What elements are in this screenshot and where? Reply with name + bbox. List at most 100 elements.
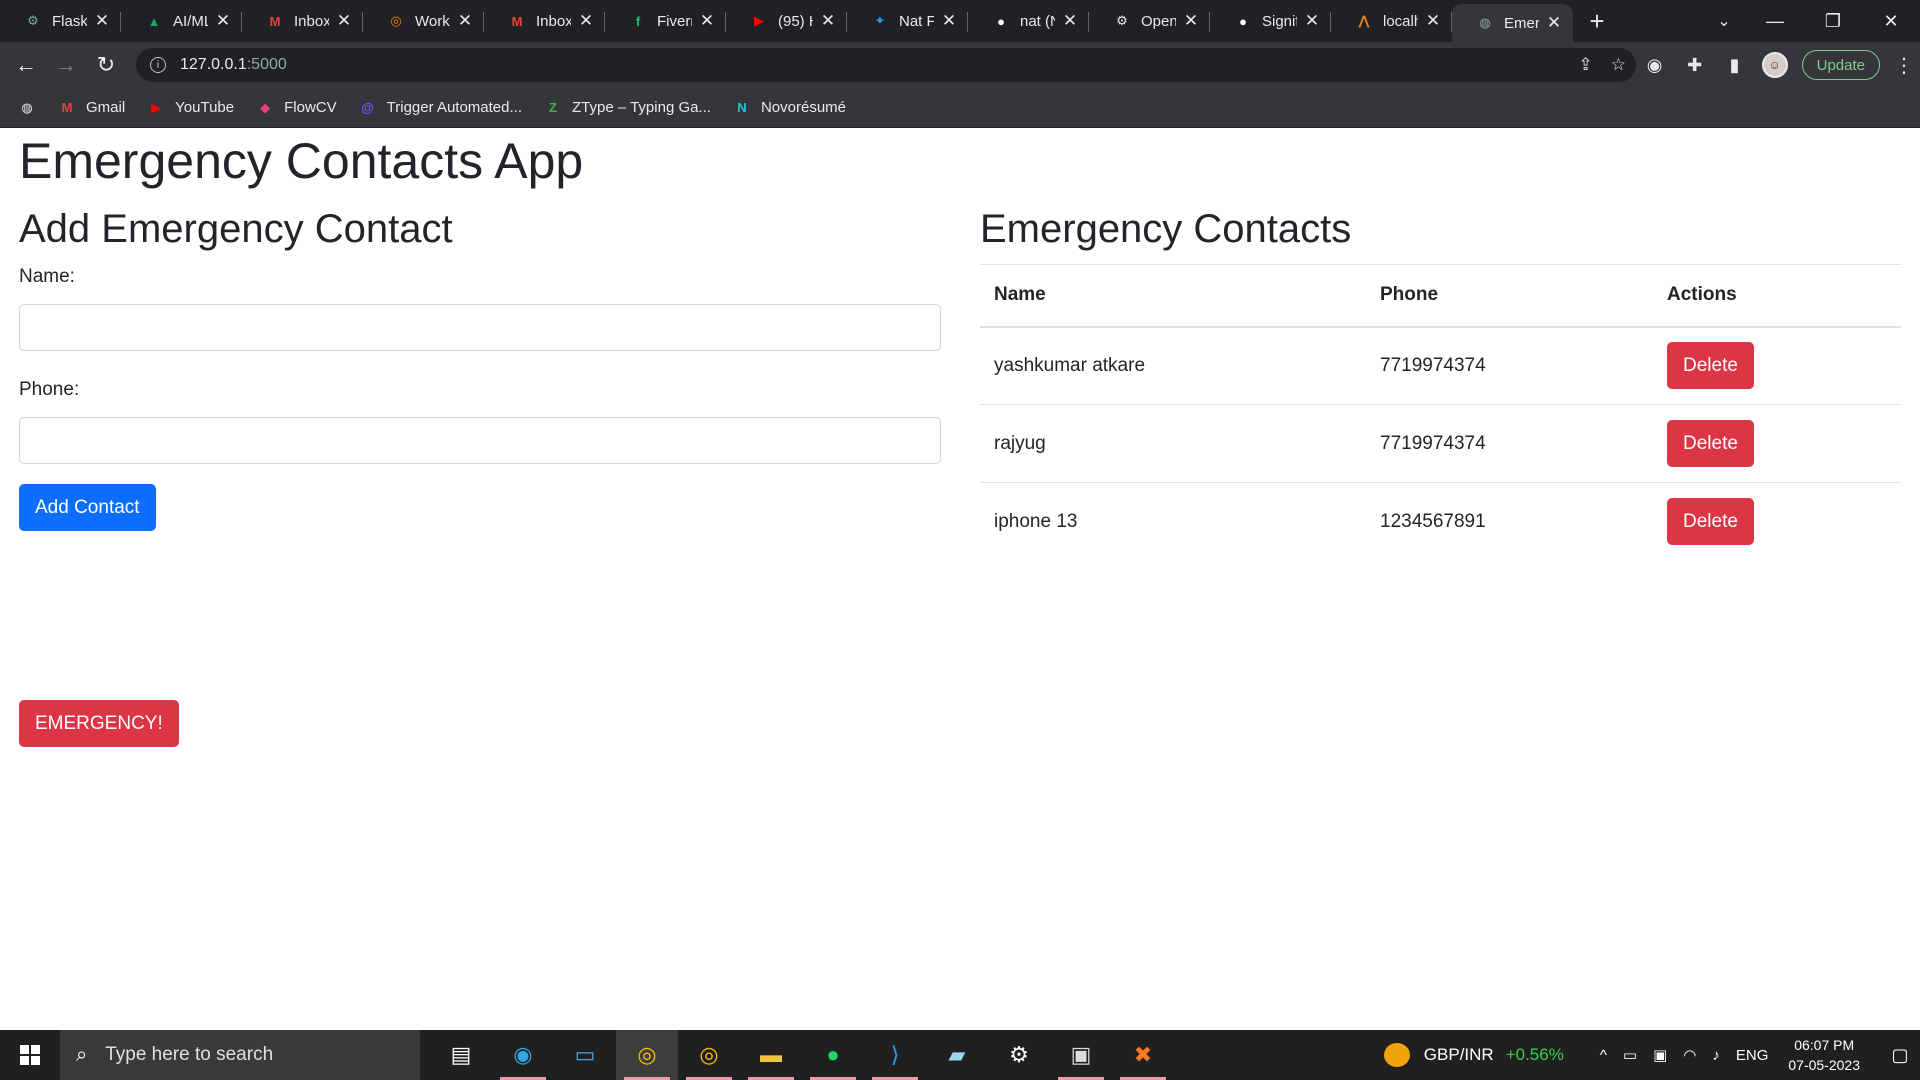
language-indicator[interactable]: ENG: [1736, 1047, 1769, 1064]
bookmark-item[interactable]: ▶ YouTube: [147, 99, 234, 117]
bookmark-item[interactable]: @ Trigger Automated...: [359, 99, 522, 117]
bookmark-label: Novorésumé: [760, 99, 847, 116]
tab-close-icon[interactable]: ✕: [1545, 13, 1563, 33]
browser-tab[interactable]: ⚙ Open/ ✕: [1089, 0, 1210, 42]
tab-close-icon[interactable]: ✕: [698, 11, 716, 31]
browser-tab[interactable]: ▲ AI/ML ✕: [121, 0, 242, 42]
bookmarks-bar: ◍ M Gmail ▶ YouTube ◆ FlowCV @ Trigger Automate…: [0, 88, 1920, 128]
delete-button[interactable]: Delete: [1667, 342, 1754, 390]
back-icon[interactable]: ←: [6, 45, 46, 85]
task-view-icon[interactable]: ▤: [430, 1030, 492, 1080]
table-row: yashkumar atkare 7719974374 Delete: [980, 326, 1901, 405]
clock[interactable]: 06:07 PM 07-05-2023: [1788, 1035, 1860, 1075]
settings-gear-icon[interactable]: ⚙: [988, 1030, 1050, 1080]
extensions-puzzle-icon[interactable]: ✚: [1682, 52, 1708, 78]
profile-avatar[interactable]: ☺: [1761, 52, 1788, 78]
bookmark-item[interactable]: ◆ FlowCV: [256, 99, 337, 117]
browser-tab[interactable]: ⚙ Flask v ✕: [0, 0, 121, 42]
stock-ticker[interactable]: GBP/INR +0.56%: [1383, 1043, 1564, 1067]
forward-icon[interactable]: →: [46, 45, 86, 85]
tab-close-icon[interactable]: ✕: [1061, 11, 1079, 31]
tab-search-icon[interactable]: ⌄: [1704, 0, 1744, 42]
tab-close-icon[interactable]: ✕: [1424, 11, 1442, 31]
tab-close-icon[interactable]: ✕: [93, 11, 111, 31]
browser-tab[interactable]: ▶ (95) H ✕: [726, 0, 847, 42]
site-info-icon[interactable]: i: [150, 57, 166, 73]
tab-list: ⚙ Flask v ✕ ▲ AI/ML ✕ M Inbox ✕ ◎ Workp ✕ M Inbox ✕ f Fi…: [0, 0, 1573, 42]
browser-tab[interactable]: M Inbox ✕: [484, 0, 605, 42]
form-heading: Add Emergency Contact: [19, 207, 453, 251]
browser-tab[interactable]: ✦ Nat Fr ✕: [847, 0, 968, 42]
vscode-icon[interactable]: ⟩: [864, 1030, 926, 1080]
browser-tab[interactable]: ● Signifi ✕: [1210, 0, 1331, 42]
side-panel-icon[interactable]: ▮: [1722, 52, 1748, 78]
browser-tab[interactable]: ◍ Emerg ✕: [1452, 4, 1573, 42]
chevron-up-icon[interactable]: ^: [1600, 1047, 1607, 1064]
phone-input[interactable]: [19, 417, 941, 464]
bookmark-label: FlowCV: [284, 99, 337, 116]
tab-strip: ⚙ Flask v ✕ ▲ AI/ML ✕ M Inbox ✕ ◎ Workp ✕ M Inbox ✕ f Fi…: [0, 0, 1920, 42]
volume-icon[interactable]: ♪: [1712, 1047, 1720, 1064]
search-icon: ⌕: [76, 1043, 88, 1066]
tab-close-icon[interactable]: ✕: [214, 11, 232, 31]
delete-button[interactable]: Delete: [1667, 498, 1754, 546]
novoresume-icon: N: [737, 100, 747, 115]
chrome-icon[interactable]: ◎: [616, 1030, 678, 1080]
minimize-icon[interactable]: —: [1746, 0, 1804, 42]
restore-icon[interactable]: ❐: [1804, 0, 1862, 42]
emergency-button[interactable]: EMERGENCY!: [19, 700, 179, 747]
tab-title: Nat Fr: [899, 12, 934, 30]
remote-desktop-icon[interactable]: ▭: [554, 1030, 616, 1080]
xampp-icon[interactable]: ✖: [1112, 1030, 1174, 1080]
windows-taskbar: ⌕ Type here to search ▤ ◉ ▭ ◎ ◎ ▬ ● ⟩ ▰ …: [0, 1030, 1920, 1080]
browser-toolbar: ← → ↻ i 127.0.0.1:5000 ⇪ ☆ ◉ ✚ ▮ ☺ Updat…: [0, 42, 1920, 88]
grammarly-extension-icon[interactable]: ◉: [1642, 52, 1668, 78]
reload-icon[interactable]: ↻: [86, 45, 126, 85]
github-icon: ●: [1239, 13, 1247, 29]
chrome-profile-icon[interactable]: ◎: [678, 1030, 740, 1080]
tab-close-icon[interactable]: ✕: [819, 11, 837, 31]
browser-tab[interactable]: ● nat (N ✕: [968, 0, 1089, 42]
openai-icon: ⚙: [1116, 13, 1128, 28]
tab-title: nat (N: [1020, 12, 1055, 30]
menu-kebab-icon[interactable]: ⋮: [1894, 53, 1914, 78]
tab-close-icon[interactable]: ✕: [1303, 11, 1321, 31]
tab-close-icon[interactable]: ✕: [335, 11, 353, 31]
tab-close-icon[interactable]: ✕: [940, 11, 958, 31]
bookmark-item[interactable]: M Gmail: [58, 99, 126, 117]
taskbar-search[interactable]: ⌕ Type here to search: [60, 1030, 420, 1080]
meet-now-icon[interactable]: ▣: [1653, 1046, 1667, 1064]
wifi-icon[interactable]: ◠: [1683, 1046, 1696, 1064]
bookmark-star-icon[interactable]: ☆: [1611, 55, 1626, 75]
page-content: Emergency Contacts App Add Emergency Con…: [0, 128, 1920, 1030]
share-icon[interactable]: ⇪: [1579, 55, 1593, 75]
notification-icon[interactable]: ▢: [1880, 1030, 1920, 1080]
taskbar-apps: ▤ ◉ ▭ ◎ ◎ ▬ ● ⟩ ▰ ⚙ ▣ ✖: [430, 1030, 1174, 1080]
name-input[interactable]: [19, 304, 941, 351]
tab-close-icon[interactable]: ✕: [1182, 11, 1200, 31]
edge-icon[interactable]: ◉: [492, 1030, 554, 1080]
tab-close-icon[interactable]: ✕: [456, 11, 474, 31]
start-button[interactable]: [0, 1030, 60, 1080]
add-contact-button[interactable]: Add Contact: [19, 484, 156, 531]
browser-tab[interactable]: ⋀ localh ✕: [1331, 0, 1452, 42]
update-button[interactable]: Update: [1801, 50, 1880, 80]
close-window-icon[interactable]: ✕: [1862, 0, 1920, 42]
address-bar[interactable]: i 127.0.0.1:5000 ⇪ ☆: [136, 48, 1636, 82]
terminal-icon[interactable]: ▣: [1050, 1030, 1112, 1080]
openai-icon: ⚙: [27, 13, 39, 28]
apps-globe-icon[interactable]: ◍: [18, 99, 36, 117]
file-explorer-icon[interactable]: ▬: [740, 1030, 802, 1080]
browser-tab[interactable]: f Fiverr ✕: [605, 0, 726, 42]
battery-icon[interactable]: ▭: [1623, 1046, 1637, 1064]
browser-tab[interactable]: M Inbox ✕: [242, 0, 363, 42]
browser-tab[interactable]: ◎ Workp ✕: [363, 0, 484, 42]
spotify-icon[interactable]: ●: [802, 1030, 864, 1080]
bookmark-item[interactable]: Z ZType – Typing Ga...: [544, 99, 711, 117]
fiverr-icon: f: [635, 13, 641, 29]
new-tab-button[interactable]: +: [1573, 0, 1621, 42]
delete-button[interactable]: Delete: [1667, 420, 1754, 467]
notes-app-icon[interactable]: ▰: [926, 1030, 988, 1080]
bookmark-item[interactable]: N Novorésumé: [733, 99, 846, 117]
tab-close-icon[interactable]: ✕: [577, 11, 595, 31]
